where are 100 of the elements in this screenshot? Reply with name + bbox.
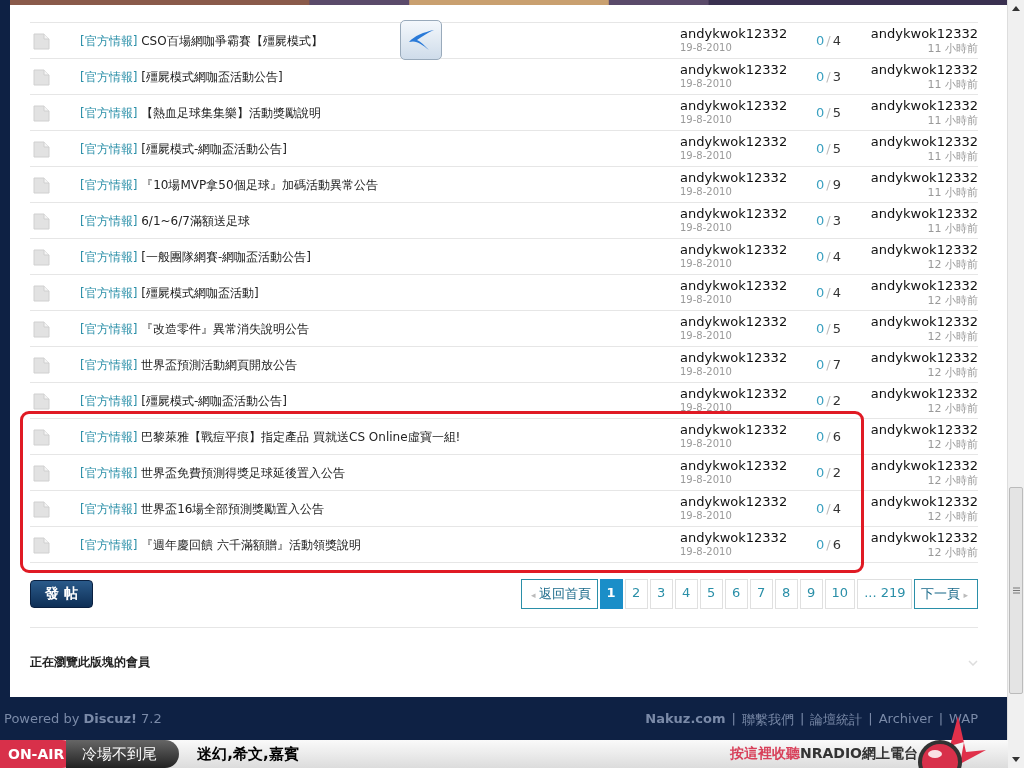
last-poster-link[interactable]: andykwok12332 — [870, 206, 978, 222]
category-link[interactable]: [官方情報] — [80, 142, 138, 156]
scrollbar[interactable] — [1007, 0, 1024, 768]
grip-icon — [1012, 587, 1020, 594]
footer-link[interactable]: Nakuz.com — [645, 711, 726, 739]
category-link[interactable]: [官方情報] — [80, 502, 138, 516]
page-link[interactable]: 8 — [774, 579, 798, 609]
last-post-time: 12 小時前 — [927, 258, 978, 271]
page-link[interactable]: 6 — [724, 579, 748, 609]
last-poster-link[interactable]: andykwok12332 — [870, 26, 978, 42]
author-link[interactable]: andykwok12332 — [680, 458, 816, 474]
count-separator: / — [826, 465, 831, 480]
category-link[interactable]: [官方情報] — [80, 70, 138, 84]
last-post-time: 11 小時前 — [927, 222, 978, 235]
category-link[interactable]: [官方情報] — [80, 358, 138, 372]
count-separator: / — [826, 177, 831, 192]
back-to-home-link[interactable]: ◂ 返回首頁 — [521, 579, 598, 609]
author-link[interactable]: andykwok12332 — [680, 314, 816, 330]
thread-title-link[interactable]: 『週年慶回饋 六千滿額贈』活動領獎說明 — [141, 538, 362, 552]
last-poster-link[interactable]: andykwok12332 — [870, 350, 978, 366]
thread-title-link[interactable]: [殭屍模式-網咖盃活動公告] — [141, 142, 287, 156]
last-poster-link[interactable]: andykwok12332 — [870, 422, 978, 438]
author-link[interactable]: andykwok12332 — [680, 530, 816, 546]
page-link[interactable]: 2 — [624, 579, 648, 609]
thread-title-link[interactable]: 世界盃預測活動網頁開放公告 — [141, 358, 298, 372]
author-link[interactable]: andykwok12332 — [680, 62, 816, 78]
last-poster-link[interactable]: andykwok12332 — [870, 278, 978, 294]
category-link[interactable]: [官方情報] — [80, 430, 138, 444]
thread-title-link[interactable]: 【熱血足球集集樂】活動獎勵說明 — [141, 106, 322, 120]
page-link[interactable]: 5 — [699, 579, 723, 609]
last-poster-link[interactable]: andykwok12332 — [870, 62, 978, 78]
next-page-link[interactable]: 下一頁 ▸ — [914, 579, 978, 609]
thread-title-link[interactable]: [殭屍模式-網咖盃活動公告] — [141, 394, 287, 408]
page-link[interactable]: 9 — [799, 579, 823, 609]
last-post-time: 11 小時前 — [927, 150, 978, 163]
view-count: 7 — [832, 357, 841, 372]
footer-link[interactable]: 論壇統計 — [810, 711, 863, 739]
scroll-up-icon[interactable] — [1012, 6, 1020, 11]
last-poster-link[interactable]: andykwok12332 — [870, 458, 978, 474]
powered-by-text: Powered by Discuz! 7.2 — [4, 711, 162, 728]
last-poster-link[interactable]: andykwok12332 — [870, 134, 978, 150]
thread-title-link[interactable]: 世界盃16場全部預測獎勵置入公告 — [141, 502, 325, 516]
category-link[interactable]: [官方情報] — [80, 106, 138, 120]
count-separator: / — [826, 105, 831, 120]
category-link[interactable]: [官方情報] — [80, 538, 138, 552]
category-link[interactable]: [官方情報] — [80, 34, 138, 48]
last-poster-link[interactable]: andykwok12332 — [870, 386, 978, 402]
author-link[interactable]: andykwok12332 — [680, 26, 816, 42]
thread-title-link[interactable]: 6/1~6/7滿額送足球 — [141, 214, 250, 228]
listen-link[interactable]: 按這裡收聽NRADIO網上電台 — [729, 745, 918, 763]
last-post-time: 12 小時前 — [927, 402, 978, 415]
footer-link[interactable]: 聯繫我們 — [741, 711, 794, 739]
last-post-time: 12 小時前 — [927, 330, 978, 343]
view-count: 5 — [832, 105, 841, 120]
author-link[interactable]: andykwok12332 — [680, 386, 816, 402]
author-link[interactable]: andykwok12332 — [680, 422, 816, 438]
thread-title-link[interactable]: 世界盃免費預測得獎足球延後置入公告 — [141, 466, 346, 480]
last-poster-link[interactable]: andykwok12332 — [870, 314, 978, 330]
thread-title-link[interactable]: 巴黎萊雅【戰痘平痕】指定產品 買就送CS Online虛寶一組! — [141, 430, 461, 444]
category-link[interactable]: [官方情報] — [80, 466, 138, 480]
author-link[interactable]: andykwok12332 — [680, 98, 816, 114]
thread-title-link[interactable]: 『改造零件』異常消失說明公告 — [141, 322, 310, 336]
scroll-down-icon[interactable] — [1012, 757, 1020, 762]
footer-link[interactable]: Archiver — [878, 711, 933, 739]
back-button[interactable] — [400, 20, 442, 60]
last-poster-link[interactable]: andykwok12332 — [870, 530, 978, 546]
last-post-time: 12 小時前 — [927, 438, 978, 451]
count-separator: / — [826, 213, 831, 228]
author-link[interactable]: andykwok12332 — [680, 278, 816, 294]
thread-title-link[interactable]: CSO百場網咖爭霸賽【殭屍模式】 — [141, 34, 323, 48]
author-link[interactable]: andykwok12332 — [680, 170, 816, 186]
last-poster-link[interactable]: andykwok12332 — [870, 170, 978, 186]
category-link[interactable]: [官方情報] — [80, 214, 138, 228]
thread-title-link[interactable]: [殭屍模式網咖盃活動] — [141, 286, 259, 300]
thread-title-link[interactable]: 『10場MVP拿50個足球』加碼活動異常公告 — [141, 178, 378, 192]
page-link[interactable]: 1 — [599, 579, 623, 609]
category-link[interactable]: [官方情報] — [80, 178, 138, 192]
last-post-time: 12 小時前 — [927, 546, 978, 559]
author-link[interactable]: andykwok12332 — [680, 134, 816, 150]
page-link[interactable]: 7 — [749, 579, 773, 609]
author-link[interactable]: andykwok12332 — [680, 494, 816, 510]
author-link[interactable]: andykwok12332 — [680, 206, 816, 222]
page-link[interactable]: 4 — [674, 579, 698, 609]
page-link[interactable]: 10 — [824, 579, 856, 609]
category-link[interactable]: [官方情報] — [80, 394, 138, 408]
last-poster-link[interactable]: andykwok12332 — [870, 242, 978, 258]
last-poster-link[interactable]: andykwok12332 — [870, 98, 978, 114]
view-count: 4 — [832, 249, 841, 264]
category-link[interactable]: [官方情報] — [80, 286, 138, 300]
category-link[interactable]: [官方情報] — [80, 322, 138, 336]
author-link[interactable]: andykwok12332 — [680, 350, 816, 366]
thread-title-link[interactable]: [殭屍模式網咖盃活動公告] — [141, 70, 283, 84]
reply-count: 0 — [816, 249, 825, 264]
author-link[interactable]: andykwok12332 — [680, 242, 816, 258]
post-button[interactable]: 發 帖 — [30, 580, 93, 608]
page-link[interactable]: ... 219 — [857, 579, 913, 609]
thread-title-link[interactable]: [一般團隊網賽-網咖盃活動公告] — [141, 250, 311, 264]
page-link[interactable]: 3 — [649, 579, 673, 609]
category-link[interactable]: [官方情報] — [80, 250, 138, 264]
last-poster-link[interactable]: andykwok12332 — [870, 494, 978, 510]
